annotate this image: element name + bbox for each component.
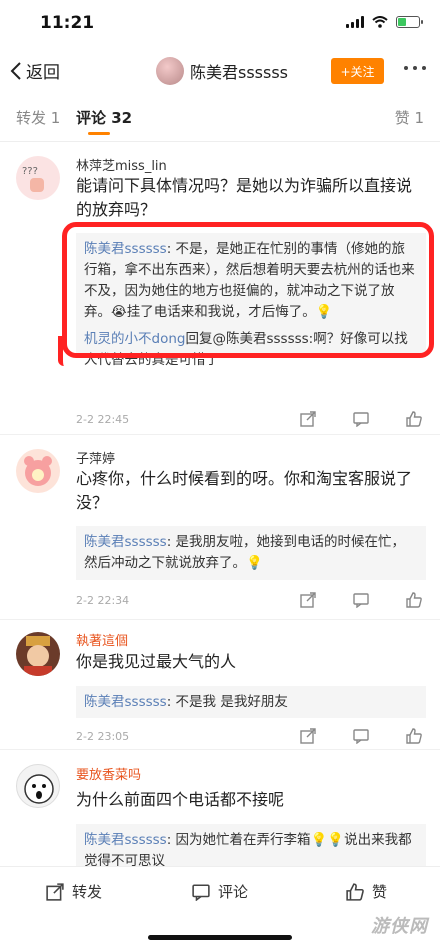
back-label: 返回 xyxy=(26,63,60,83)
tab-likes[interactable]: 赞 1 xyxy=(395,107,424,128)
share-icon xyxy=(46,882,64,901)
comment-username[interactable]: 執著這個 xyxy=(76,630,128,649)
like-icon[interactable] xyxy=(406,411,422,427)
battery-icon xyxy=(396,16,423,28)
tab-comments[interactable]: 评论 32 xyxy=(76,107,132,128)
reply-username[interactable]: 陈美君ssssss xyxy=(84,694,167,710)
like-icon[interactable] xyxy=(406,728,422,744)
reply-box[interactable]: 陈美君ssssss: 是我朋友啦，她接到电话的时候在忙，然后冲动之下就说放弃了。… xyxy=(76,526,426,580)
like-label: 赞 xyxy=(372,883,388,901)
bottom-toolbar: 转发 评论 赞 xyxy=(0,866,440,916)
repost-label: 转发 xyxy=(72,883,103,901)
reply-box[interactable]: 陈美君ssssss: 不是我 是我好朋友 xyxy=(76,686,426,718)
like-button[interactable]: 赞 xyxy=(346,881,387,902)
highlight-annotation-tail xyxy=(58,336,68,366)
avatar xyxy=(16,632,60,676)
status-time: 11:21 xyxy=(40,13,95,33)
avatar xyxy=(16,764,60,808)
tab-bar: 转发 1 评论 32 赞 1 xyxy=(0,96,440,142)
comment-actions xyxy=(300,592,422,608)
back-button[interactable]: 返回 xyxy=(10,58,60,83)
share-icon[interactable] xyxy=(300,728,316,744)
avatar xyxy=(16,449,60,493)
comment-icon[interactable] xyxy=(353,728,369,744)
comment-username[interactable]: 要放香菜吗 xyxy=(76,764,141,783)
comment-icon[interactable] xyxy=(353,411,369,427)
svg-text:???: ??? xyxy=(22,166,38,177)
share-icon[interactable] xyxy=(300,592,316,608)
comment-button[interactable]: 评论 xyxy=(192,881,248,902)
status-bar: 11:21 xyxy=(0,0,440,48)
page-title: 陈美君ssssss xyxy=(190,63,289,82)
comment-time: 2-2 22:45 xyxy=(76,413,130,426)
chevron-left-icon xyxy=(10,61,21,80)
comment-item: 要放香菜吗 为什么前面四个电话都不接呢 陈美君ssssss: 因为她忙着在弄行李… xyxy=(0,750,440,869)
home-indicator xyxy=(148,935,292,940)
watermark: 游侠网 xyxy=(371,916,428,937)
comment-text: 为什么前面四个电话都不接呢 xyxy=(76,790,285,809)
tab-indicator xyxy=(88,132,110,135)
reply-box[interactable]: 陈美君ssssss: 因为她忙着在弄行李箱💡💡说出来我都觉得不可思议 xyxy=(76,824,426,869)
reply-username[interactable]: 陈美君ssssss xyxy=(84,534,167,550)
status-icons xyxy=(346,16,423,28)
like-icon xyxy=(346,882,364,901)
avatar xyxy=(156,57,184,85)
comment-icon[interactable] xyxy=(353,592,369,608)
comment-item: 執著這個 你是我见过最大气的人 陈美君ssssss: 不是我 是我好朋友 2-2… xyxy=(0,620,440,750)
reply-username[interactable]: 陈美君ssssss xyxy=(84,832,167,848)
reply-text: : 不是我 是我好朋友 xyxy=(166,694,288,710)
wifi-icon xyxy=(372,16,388,28)
like-icon[interactable] xyxy=(406,592,422,608)
comment-time: 2-2 23:05 xyxy=(76,730,130,743)
nav-user[interactable]: 陈美君ssssss xyxy=(156,57,288,85)
comment-actions xyxy=(300,728,422,744)
comment-text: 心疼你，什么时候看到的呀。你和淘宝客服说了没？ xyxy=(76,469,413,512)
nav-bar: 返回 陈美君ssssss +关注 xyxy=(0,48,440,96)
avatar: ??? xyxy=(16,156,60,200)
highlight-annotation xyxy=(62,222,434,358)
comment-text: 能请问下具体情况吗？是她以为诈骗所以直接说的放弃吗？ xyxy=(76,176,413,219)
comment-time: 2-2 22:34 xyxy=(76,594,130,607)
repost-button[interactable]: 转发 xyxy=(46,881,102,902)
comment-text: 你是我见过最大气的人 xyxy=(76,652,237,671)
comment-item: 子萍婷 心疼你，什么时候看到的呀。你和淘宝客服说了没？ 陈美君ssssss: 是… xyxy=(0,435,440,620)
share-icon[interactable] xyxy=(300,411,316,427)
tab-repost[interactable]: 转发 1 xyxy=(16,107,60,128)
follow-button[interactable]: +关注 xyxy=(331,58,384,84)
comment-label: 评论 xyxy=(218,883,249,901)
signal-icon xyxy=(346,16,364,28)
comment-username[interactable]: 子萍婷 xyxy=(76,448,115,467)
comment-actions xyxy=(300,411,422,427)
comment-icon xyxy=(192,883,210,901)
more-icon[interactable] xyxy=(404,66,426,70)
comment-username[interactable]: 林萍芝miss_lin xyxy=(76,155,167,174)
